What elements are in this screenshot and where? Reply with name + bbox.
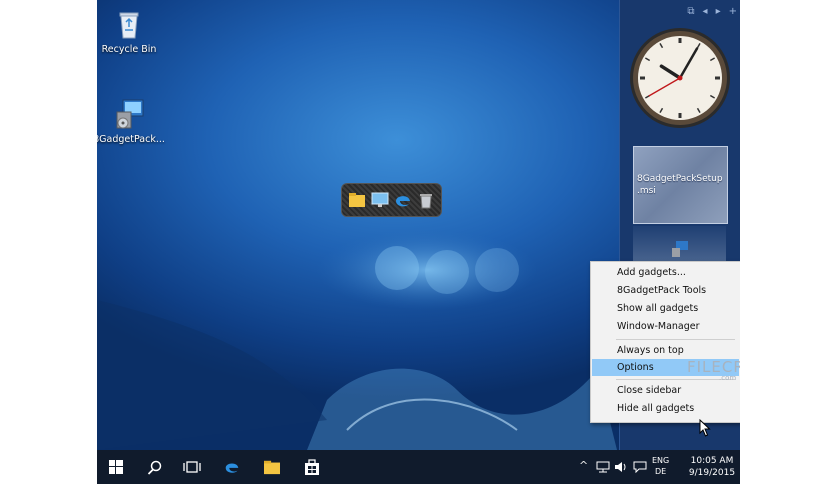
taskbar-clock[interactable]: 10:05 AM 9/19/2015	[687, 455, 737, 479]
prev-icon[interactable]: ◂	[703, 6, 708, 20]
menu-item-hide-all-gadgets[interactable]: Hide all gadgets	[592, 400, 739, 417]
quick-launch-gadget	[341, 183, 442, 217]
start-button[interactable]	[97, 450, 135, 484]
menu-separator	[616, 339, 735, 340]
file-explorer-icon[interactable]	[347, 190, 367, 210]
taskbar-date: 9/19/2015	[688, 468, 736, 478]
file-preview-gadget[interactable]: 8GadgetPackSetup.msi	[633, 146, 728, 224]
watermark-sub: .com	[719, 374, 737, 382]
menu-item-always-on-top[interactable]: Always on top	[592, 342, 739, 359]
menu-item-add-gadgets[interactable]: Add gadgets...	[592, 264, 739, 281]
file-explorer-taskbar-button[interactable]	[253, 450, 291, 484]
installer-desktop-icon[interactable]: 8GadgetPack...	[97, 96, 169, 145]
task-view-icon	[183, 461, 201, 473]
network-icon[interactable]	[596, 461, 610, 473]
file-gadget-label: 8GadgetPackSetup.msi	[637, 174, 723, 196]
menu-item-window-manager[interactable]: Window-Manager	[592, 318, 739, 335]
installer-icon	[116, 99, 144, 129]
file-explorer-icon	[264, 460, 280, 475]
sidebar-context-menu: Add gadgets... 8GadgetPack Tools Show al…	[590, 261, 740, 423]
menu-item-close-sidebar[interactable]: Close sidebar	[592, 382, 739, 399]
store-icon	[305, 459, 319, 475]
restore-icon[interactable]: ⧉	[687, 6, 694, 20]
recycle-bin-icon	[119, 12, 139, 39]
store-taskbar-button[interactable]	[293, 450, 331, 484]
sidebar-toolbar: ⧉ ◂ ▸ +	[687, 6, 737, 20]
start-icon	[109, 460, 123, 474]
taskbar-time: 10:05 AM	[690, 456, 734, 466]
desktop-icon[interactable]	[370, 190, 390, 210]
show-hidden-icons-chevron[interactable]: ^	[579, 459, 588, 472]
menu-separator	[616, 379, 735, 380]
action-center-icon[interactable]	[633, 461, 647, 473]
clock-gadget[interactable]	[628, 26, 732, 130]
task-view-button[interactable]	[173, 450, 211, 484]
input-language-indicator[interactable]: ENG DE	[652, 455, 669, 477]
recycle-bin-label: Recycle Bin	[101, 44, 157, 55]
recycle-bin-icon[interactable]	[416, 190, 436, 210]
add-icon[interactable]: +	[729, 6, 737, 20]
desktop-screen: Recycle Bin 8GadgetPack... ⧉ ◂ ▸ + 8Gadg…	[97, 0, 740, 484]
mouse-cursor-icon	[699, 419, 711, 437]
taskbar: ^ ENG DE 10:05 AM 9/19/2015	[97, 450, 740, 484]
next-icon[interactable]: ▸	[716, 6, 721, 20]
installer-icon	[672, 241, 688, 257]
volume-icon[interactable]	[614, 461, 628, 473]
edge-icon	[225, 463, 239, 473]
recycle-bin-desktop-icon[interactable]: Recycle Bin	[97, 6, 169, 55]
thumbnail-gadget[interactable]	[633, 226, 726, 266]
language-code: ENG	[652, 456, 670, 465]
installer-label: 8GadgetPack...	[97, 134, 165, 145]
menu-item-show-all-gadgets[interactable]: Show all gadgets	[592, 300, 739, 317]
edge-icon[interactable]	[393, 190, 413, 210]
search-button[interactable]	[135, 450, 173, 484]
search-icon	[147, 460, 161, 475]
menu-item-tools[interactable]: 8GadgetPack Tools	[592, 282, 739, 299]
edge-taskbar-button[interactable]	[213, 450, 251, 484]
keyboard-layout: DE	[655, 467, 667, 476]
